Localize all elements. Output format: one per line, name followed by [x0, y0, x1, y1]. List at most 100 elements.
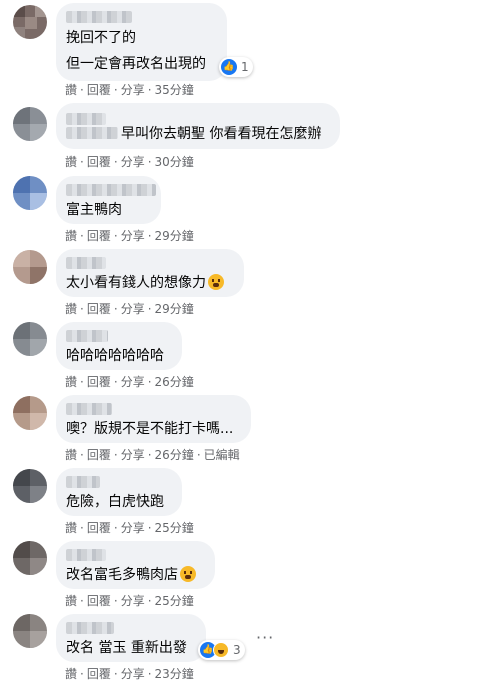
- reply-link[interactable]: 回覆: [87, 520, 111, 536]
- like-icon: 👍: [221, 59, 237, 75]
- share-link[interactable]: 分享: [121, 520, 145, 536]
- comment-bubble: 哈哈哈哈哈哈哈: [56, 322, 182, 370]
- share-link[interactable]: 分享: [121, 154, 145, 170]
- timestamp[interactable]: 26分鐘: [155, 447, 194, 463]
- comment-bubble: 改名 當玉 重新出發: [56, 614, 206, 662]
- commenter-name[interactable]: [66, 127, 118, 139]
- comment-bubble: 危險，白虎快跑: [56, 468, 182, 516]
- commenter-name[interactable]: [66, 403, 112, 415]
- avatar[interactable]: [13, 5, 47, 39]
- reply-link[interactable]: 回覆: [87, 82, 111, 98]
- dot: ·: [113, 229, 118, 243]
- dot: ·: [196, 448, 201, 462]
- reaction-summary[interactable]: 👍 3: [198, 640, 245, 660]
- timestamp[interactable]: 26分鐘: [155, 374, 194, 390]
- avatar[interactable]: [13, 396, 47, 430]
- comment-bubble: 富主鴨肉: [56, 176, 161, 224]
- like-link[interactable]: 讚: [65, 447, 77, 463]
- dot: ·: [147, 448, 152, 462]
- reply-link[interactable]: 回覆: [87, 374, 111, 390]
- commenter-name[interactable]: [66, 11, 132, 23]
- like-link[interactable]: 讚: [65, 154, 77, 170]
- dot: ·: [113, 375, 118, 389]
- like-link[interactable]: 讚: [65, 374, 77, 390]
- timestamp[interactable]: 29分鐘: [155, 301, 194, 317]
- reply-link[interactable]: 回覆: [87, 301, 111, 317]
- dot: ·: [80, 594, 84, 608]
- share-link[interactable]: 分享: [121, 82, 145, 98]
- avatar[interactable]: [13, 614, 47, 648]
- timestamp[interactable]: 30分鐘: [155, 154, 194, 170]
- comment-text: 哈哈哈哈哈哈哈: [66, 348, 164, 364]
- share-link[interactable]: 分享: [121, 301, 145, 317]
- comment-actions: 讚 · 回覆 · 分享 · 29分鐘: [65, 301, 194, 317]
- timestamp[interactable]: 25分鐘: [155, 593, 194, 609]
- like-link[interactable]: 讚: [65, 228, 77, 244]
- reply-link[interactable]: 回覆: [87, 447, 111, 463]
- like-link[interactable]: 讚: [65, 301, 77, 317]
- dot: ·: [147, 375, 152, 389]
- comment-text-body: 改名富毛多鴨肉店: [66, 567, 178, 583]
- avatar[interactable]: [13, 176, 47, 210]
- dot: ·: [147, 521, 152, 535]
- dot: ·: [113, 448, 118, 462]
- more-options-icon[interactable]: ···: [256, 628, 274, 647]
- dot: ·: [113, 83, 118, 97]
- commenter-name[interactable]: [66, 476, 100, 488]
- comment-actions: 讚 · 回覆 · 分享 · 25分鐘: [65, 520, 194, 536]
- comment-actions: 讚 · 回覆 · 分享 · 29分鐘: [65, 228, 194, 244]
- dot: ·: [80, 302, 84, 316]
- timestamp[interactable]: 23分鐘: [155, 666, 194, 682]
- comment-actions: 讚 · 回覆 · 分享 · 35分鐘: [65, 82, 194, 98]
- reply-link[interactable]: 回覆: [87, 154, 111, 170]
- dot: ·: [113, 594, 118, 608]
- comment-actions: 讚 · 回覆 · 分享 · 26分鐘 · 已編輯: [65, 447, 240, 463]
- dot: ·: [80, 375, 84, 389]
- avatar[interactable]: [13, 107, 47, 141]
- timestamp[interactable]: 29分鐘: [155, 228, 194, 244]
- commenter-name[interactable]: [66, 113, 106, 125]
- comment-bubble: 太小看有錢人的想像力: [56, 249, 244, 297]
- timestamp[interactable]: 25分鐘: [155, 520, 194, 536]
- comment-text: 危險，白虎快跑: [66, 494, 164, 510]
- share-link[interactable]: 分享: [121, 666, 145, 682]
- like-link[interactable]: 讚: [65, 593, 77, 609]
- share-link[interactable]: 分享: [121, 228, 145, 244]
- comment-bubble: 早叫你去朝聖 你看看現在怎麼辦: [56, 103, 340, 149]
- commenter-name[interactable]: [66, 184, 156, 196]
- comment-actions: 讚 · 回覆 · 分享 · 25分鐘: [65, 593, 194, 609]
- avatar[interactable]: [13, 322, 47, 356]
- comment-actions: 讚 · 回覆 · 分享 · 23分鐘: [65, 666, 194, 682]
- avatar[interactable]: [13, 541, 47, 575]
- dot: ·: [80, 83, 84, 97]
- dot: ·: [80, 229, 84, 243]
- reaction-summary[interactable]: 👍 1: [219, 57, 253, 77]
- comment-text: 但一定會再改名出現的: [66, 56, 206, 72]
- comment-text: 噢？版規不是不能打卡嗎...: [66, 421, 234, 437]
- share-link[interactable]: 分享: [121, 593, 145, 609]
- comment-bubble: 挽回不了的 但一定會再改名出現的: [56, 3, 227, 81]
- dot: ·: [147, 155, 152, 169]
- dot: ·: [80, 521, 84, 535]
- commenter-name[interactable]: [66, 257, 106, 269]
- share-link[interactable]: 分享: [121, 447, 145, 463]
- commenter-name[interactable]: [66, 549, 106, 561]
- like-link[interactable]: 讚: [65, 520, 77, 536]
- comment-bubble: 改名富毛多鴨肉店: [56, 541, 215, 589]
- comment-text: 早叫你去朝聖 你看看現在怎麼辦: [121, 126, 322, 142]
- dot: ·: [147, 83, 152, 97]
- avatar[interactable]: [13, 250, 47, 284]
- reply-link[interactable]: 回覆: [87, 228, 111, 244]
- crying-laughing-emoji: [208, 274, 224, 290]
- commenter-name[interactable]: [66, 330, 108, 342]
- commenter-name[interactable]: [66, 622, 114, 634]
- comment-text: 改名富毛多鴨肉店: [66, 566, 196, 584]
- timestamp[interactable]: 35分鐘: [155, 82, 194, 98]
- avatar[interactable]: [13, 469, 47, 503]
- like-link[interactable]: 讚: [65, 82, 77, 98]
- reply-link[interactable]: 回覆: [87, 593, 111, 609]
- like-link[interactable]: 讚: [65, 666, 77, 682]
- share-link[interactable]: 分享: [121, 374, 145, 390]
- reaction-count: 3: [233, 643, 241, 657]
- reply-link[interactable]: 回覆: [87, 666, 111, 682]
